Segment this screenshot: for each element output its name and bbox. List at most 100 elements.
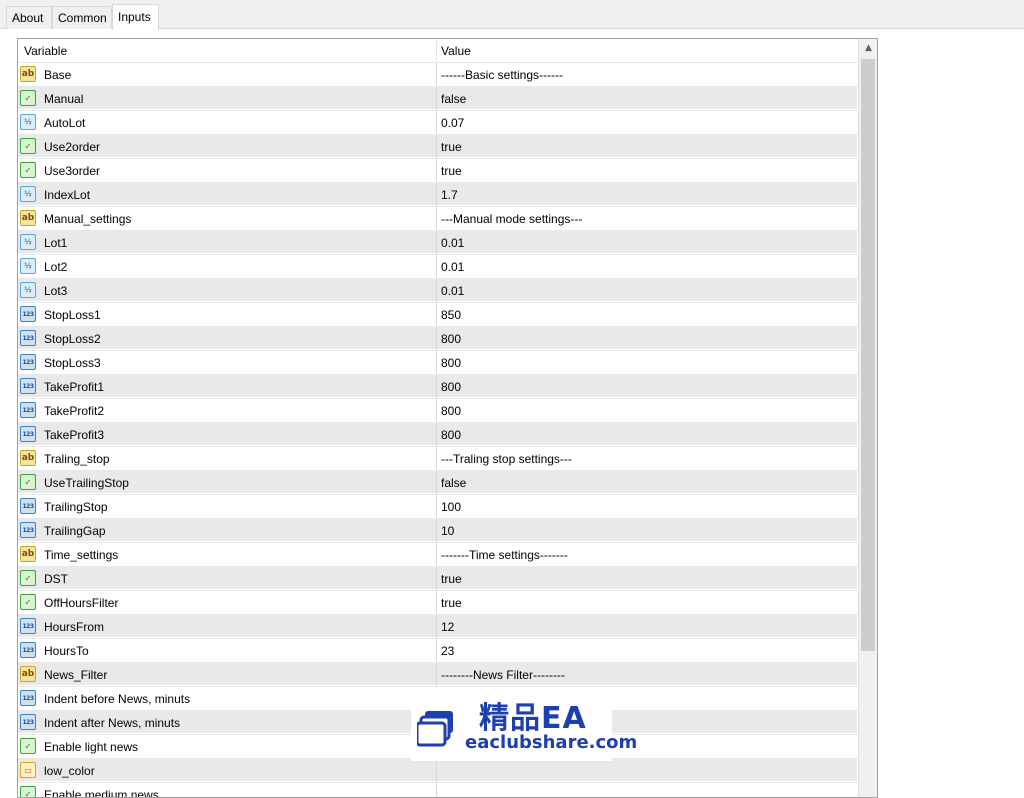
variable-value[interactable]: true [441,572,462,586]
variable-value[interactable]: 800 [441,332,461,346]
variable-value[interactable]: 0.01 [441,236,464,250]
tab-common[interactable]: Common [52,6,112,29]
variable-value[interactable]: false [441,92,466,106]
variable-name: TakeProfit2 [44,404,105,418]
table-row[interactable]: ab Time_settings -------Time settings-----… [18,542,857,566]
tab-inputs[interactable]: Inputs [112,4,159,30]
variable-name: TrailingGap [44,524,106,538]
variable-value[interactable]: true [441,164,462,178]
cell-divider [436,639,437,662]
table-row[interactable]: ½ AutoLot 0.07 [18,110,857,134]
table-row[interactable]: ½ Lot2 0.01 [18,254,857,278]
variable-name: low_color [44,764,95,778]
variable-value[interactable]: ---Traling stop settings--- [441,452,572,466]
table-row[interactable]: ✓ DST true [18,566,857,590]
column-header-value[interactable]: Value [441,44,471,58]
cell-divider [436,231,437,254]
variable-value-text: ------Basic settings------ [441,68,563,82]
variable-value[interactable]: 0.01 [441,284,464,298]
table-row[interactable]: 123 StopLoss1 850 [18,302,857,326]
variable-value-text: 850 [441,308,462,322]
variable-value-text: true [441,140,462,154]
table-row[interactable]: ½ IndexLot 1.7 [18,182,857,206]
variable-value[interactable]: ---Manual mode settings--- [441,212,582,226]
variable-value-text: false [441,476,467,490]
table-row[interactable]: ab Base ------Basic settings------ [18,62,857,86]
string-type-icon: ab [20,546,36,562]
table-row[interactable]: ✓ Use2order true [18,134,857,158]
table-row[interactable]: ✓ OffHoursFilter true [18,590,857,614]
cell-divider [436,351,437,374]
table-row[interactable]: 123 TakeProfit3 800 [18,422,857,446]
table-row[interactable]: ½ Lot1 0.01 [18,230,857,254]
table-row[interactable]: 123 TakeProfit2 800 [18,398,857,422]
table-row[interactable]: ▭ low_color [18,758,857,782]
variable-value-text: false [441,92,467,106]
table-row[interactable]: ✓ UseTrailingStop false [18,470,857,494]
table-row[interactable]: 123 StopLoss3 800 [18,350,857,374]
variable-value[interactable]: 23 [441,644,454,658]
variable-value[interactable]: 1.7 [441,188,458,202]
variable-name: Lot2 [44,260,68,274]
cell-divider [436,279,437,302]
table-row[interactable]: ✓ Manual false [18,86,857,110]
variable-value-text: 0.07 [441,116,465,130]
variable-value[interactable]: ------Basic settings------ [441,68,563,82]
int-type-icon: 123 [20,522,36,538]
variable-value[interactable]: true [441,596,462,610]
variable-value[interactable]: --------News Filter-------- [441,668,565,682]
variable-value[interactable]: 10 [441,524,454,538]
int-type-icon: 123 [20,618,36,634]
table-row[interactable]: 123 HoursTo 23 [18,638,857,662]
inputs-grid: Variable Value ab Base ------Basic setting… [17,38,878,798]
variable-value[interactable]: 800 [441,380,461,394]
variable-value[interactable]: false [441,476,466,490]
variable-value[interactable]: 800 [441,356,461,370]
cell-divider [436,615,437,638]
table-row[interactable]: 123 TrailingStop 100 [18,494,857,518]
scrollbar-thumb[interactable] [861,59,875,651]
cell-divider [436,423,437,446]
table-row[interactable]: 123 TakeProfit1 800 [18,374,857,398]
table-row[interactable]: ✓ Enable medium news [18,782,857,797]
variable-value-text: 800 [441,332,462,346]
table-row[interactable]: ✓ Use3order true [18,158,857,182]
variable-value[interactable]: 800 [441,404,461,418]
table-row[interactable]: 123 HoursFrom 12 [18,614,857,638]
variable-value[interactable]: -------Time settings------- [441,548,568,562]
variable-value[interactable]: 850 [441,308,461,322]
variable-value-text: 0.01 [441,284,465,298]
tab-about[interactable]: About [6,6,52,29]
variable-value[interactable]: 800 [441,428,461,442]
cell-divider [436,111,437,134]
cell-divider [436,183,437,206]
grid-header: Variable Value [18,39,857,62]
bool-type-icon: ✓ [20,138,36,154]
variable-value-text: 100 [441,500,462,514]
bool-type-icon: ✓ [20,162,36,178]
table-row[interactable]: 123 TrailingGap 10 [18,518,857,542]
variable-name: Time_settings [44,548,119,562]
scroll-up-arrow-icon[interactable]: ▲ [859,39,877,58]
variable-value[interactable]: true [441,140,462,154]
variable-value[interactable]: 0.01 [441,260,464,274]
vertical-scrollbar[interactable]: ▲ [858,39,877,797]
table-row[interactable]: ½ Lot3 0.01 [18,278,857,302]
variable-value[interactable]: 0.07 [441,116,464,130]
table-row[interactable]: ab Traling_stop ---Traling stop settings--… [18,446,857,470]
variable-value-text: 800 [441,380,462,394]
table-row[interactable]: ab News_Filter --------News Filter-------- [18,662,857,686]
int-type-icon: 123 [20,498,36,514]
variable-name: TakeProfit1 [44,380,105,394]
bool-type-icon: ✓ [20,786,36,797]
column-header-variable[interactable]: Variable [24,44,67,58]
column-divider[interactable] [436,41,437,60]
table-row[interactable]: ab Manual_settings ---Manual mode settings… [18,206,857,230]
variable-value-text: true [441,572,462,586]
cell-divider [436,495,437,518]
variable-value[interactable]: 100 [441,500,461,514]
bool-type-icon: ✓ [20,90,36,106]
table-row[interactable]: 123 StopLoss2 800 [18,326,857,350]
variable-name: TrailingStop [44,500,108,514]
variable-value[interactable]: 12 [441,620,454,634]
